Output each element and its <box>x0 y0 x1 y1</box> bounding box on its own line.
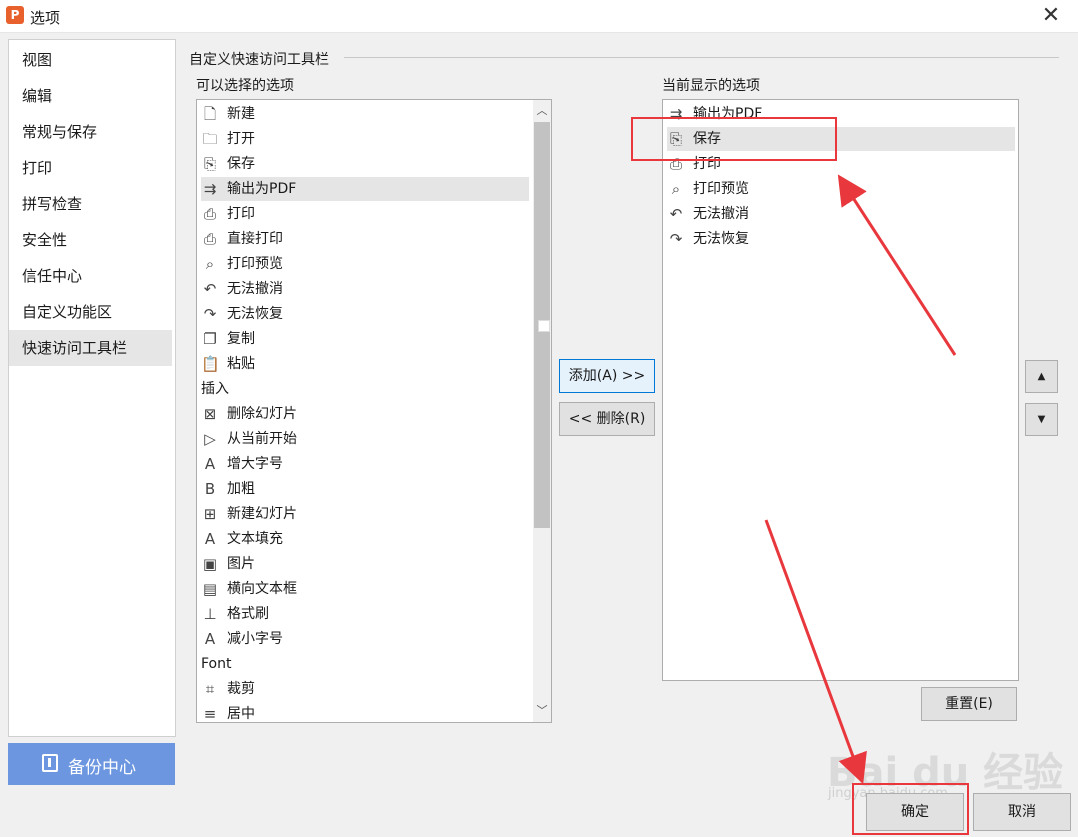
arrow-to-ok <box>764 519 867 785</box>
arrow-to-save <box>837 174 957 356</box>
annotation-arrows <box>764 174 957 785</box>
